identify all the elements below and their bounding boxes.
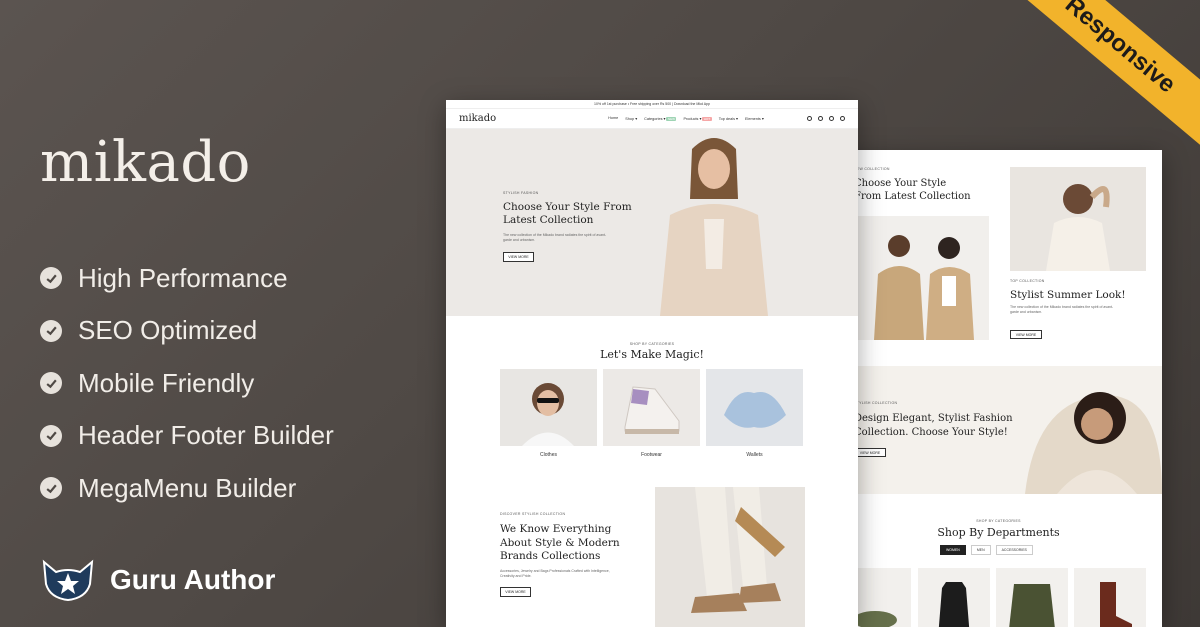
check-icon: [40, 424, 62, 447]
menu-item-shop[interactable]: Shop ▾: [625, 116, 637, 121]
category-card-footwear[interactable]: [603, 369, 700, 446]
category-label: Wallets: [746, 452, 763, 458]
check-icon: [40, 372, 62, 395]
departments-tabs: Women Men Accessories: [940, 545, 1033, 555]
feature-label: High Performance: [78, 262, 288, 293]
banner-title: Design Elegant, Stylist Fashion Collecti…: [854, 413, 1013, 438]
promo-title: Stylist Summer Look!: [1010, 289, 1126, 301]
header-icons: [807, 116, 845, 121]
hero-text: The new collection of the Mikado brand r…: [503, 233, 607, 242]
main-menu: Home Shop ▾ Categories ▾ NEW Products ▾ HO…: [608, 116, 764, 121]
departments-title: Shop By Departments: [937, 526, 1060, 539]
check-icon: [40, 477, 62, 500]
promo-eyebrow: Top Collection: [1010, 279, 1045, 283]
check-icon: [40, 319, 62, 342]
brand-title: mikado: [40, 130, 251, 195]
feature-label: SEO Optimized: [78, 315, 258, 346]
view-more-button[interactable]: View More: [503, 252, 534, 262]
tab-women[interactable]: Women: [940, 545, 966, 555]
search-icon[interactable]: [807, 116, 812, 121]
feature-label: Header Footer Builder: [78, 420, 334, 451]
feature-item: Header Footer Builder: [40, 410, 334, 463]
hot-badge: HOT: [702, 117, 712, 121]
couple-image: [854, 216, 989, 340]
responsive-ribbon: Responsive: [989, 0, 1200, 161]
categories-title: Let's Make Magic!: [600, 348, 704, 361]
category-label: Footwear: [641, 452, 662, 458]
wishlist-icon[interactable]: [818, 116, 823, 121]
hero-model-image: [632, 129, 802, 316]
front-screenshot: 10% off 1st purchase • Free shipping ove…: [446, 100, 858, 627]
promo-text: The new collection of the Mikado brand r…: [1010, 305, 1114, 314]
promo-banner: Stylish Collection Design Elegant, Styli…: [835, 366, 1162, 494]
announcement-bar: 10% off 1st purchase • Free shipping ove…: [446, 100, 858, 109]
categories-eyebrow: Shop by categories: [629, 342, 675, 346]
site-header: mikado Home Shop ▾ Categories ▾ NEW Produ…: [446, 109, 858, 129]
loafers-image: [655, 487, 805, 627]
feature-item: Mobile Friendly: [40, 357, 334, 410]
story-eyebrow: Discover Stylish Collection: [500, 512, 566, 516]
cat-logo-icon: [42, 559, 94, 602]
departments-eyebrow: Shop by categories: [976, 519, 1021, 523]
cart-icon[interactable]: [840, 116, 845, 121]
view-more-button[interactable]: View More: [854, 448, 886, 457]
story-title: We Know Everything About Style & Modern …: [500, 523, 620, 562]
author-name: Guru Author: [110, 564, 276, 595]
feature-label: Mobile Friendly: [78, 367, 255, 398]
feature-item: High Performance: [40, 252, 334, 305]
menu-item-home[interactable]: Home: [608, 116, 618, 121]
summer-model-image: [1010, 167, 1146, 271]
view-more-button[interactable]: View More: [500, 587, 531, 597]
department-card[interactable]: [996, 568, 1068, 627]
category-label: Clothes: [540, 452, 557, 458]
department-card[interactable]: [1074, 568, 1146, 627]
feature-label: MegaMenu Builder: [78, 472, 297, 503]
tab-accessories[interactable]: Accessories: [995, 545, 1033, 555]
account-icon[interactable]: [829, 116, 834, 121]
department-card[interactable]: [918, 568, 990, 627]
hero-title: Choose Your Style From Latest Collection: [503, 201, 632, 226]
new-badge: NEW: [666, 117, 677, 121]
banner-eyebrow: Stylish Collection: [854, 401, 898, 405]
menu-item-categories[interactable]: Categories ▾ NEW: [644, 116, 677, 121]
promo-eyebrow: New Collection: [854, 167, 890, 171]
hero-section: Stylish Fashion Choose Your Style From L…: [446, 129, 858, 316]
menu-item-elements[interactable]: Elements ▾: [745, 116, 764, 121]
site-logo[interactable]: mikado: [459, 113, 496, 124]
author-block: Guru Author: [40, 558, 275, 602]
category-card-clothes[interactable]: [500, 369, 597, 446]
feature-item: MegaMenu Builder: [40, 462, 334, 515]
menu-item-top-deals[interactable]: Top deals ▾: [719, 116, 738, 121]
story-text: Accessories, Jewelry and Bags Profession…: [500, 569, 610, 578]
feature-list: High Performance SEO Optimized Mobile Fr…: [40, 252, 334, 515]
feature-item: SEO Optimized: [40, 305, 334, 358]
menu-item-products[interactable]: Products ▾ HOT: [683, 116, 712, 121]
promo-title: Choose Your Style From Latest Collection: [854, 178, 971, 202]
category-card-wallets[interactable]: [706, 369, 803, 446]
view-more-button[interactable]: View More: [1010, 330, 1042, 339]
check-icon: [40, 267, 62, 290]
tab-men[interactable]: Men: [970, 545, 991, 555]
back-screenshot: New Collection Choose Your Style From La…: [835, 150, 1162, 627]
hero-eyebrow: Stylish Fashion: [503, 191, 539, 195]
